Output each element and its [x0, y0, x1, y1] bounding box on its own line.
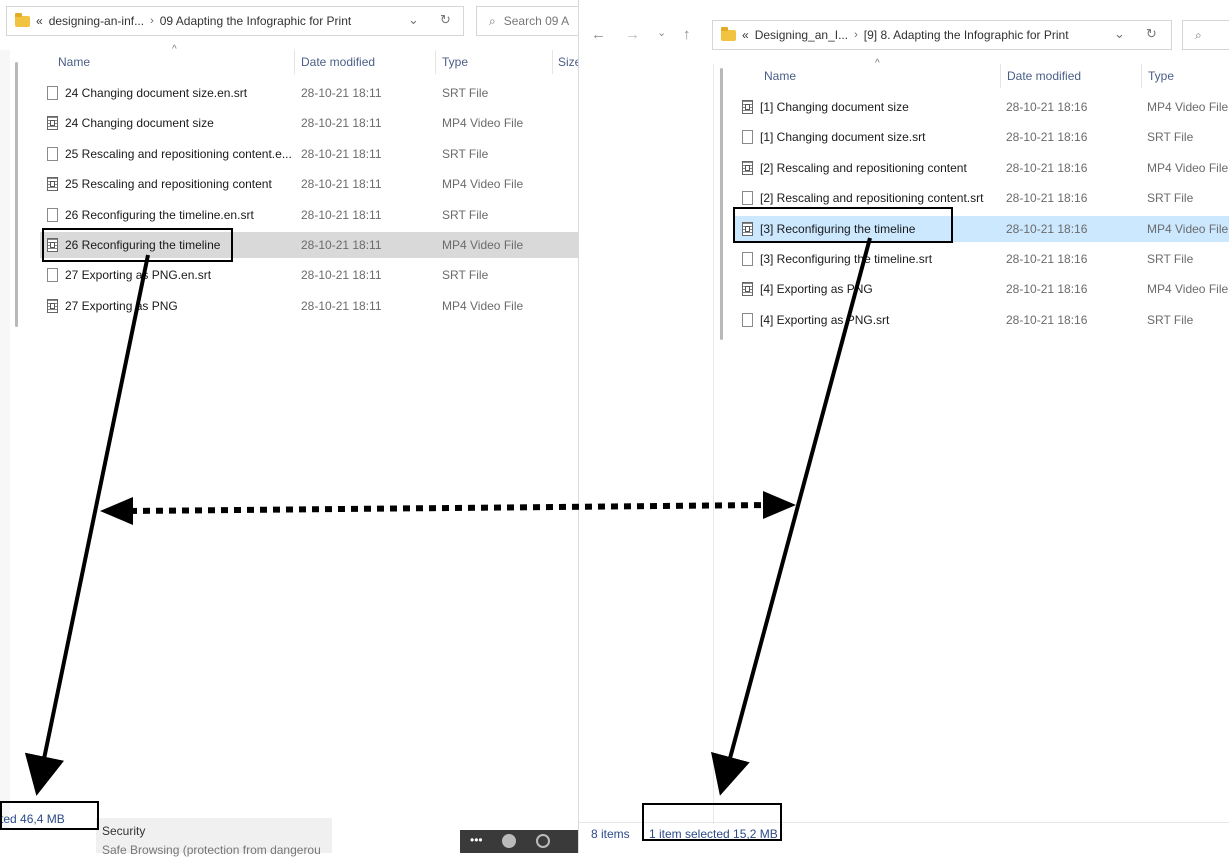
arrowhead-left — [100, 497, 133, 525]
dotted-comparison-arrow — [129, 502, 769, 514]
annotation-arrows — [24, 237, 872, 796]
arrowhead-right — [763, 491, 796, 519]
arrow-right-file-to-status — [711, 237, 872, 796]
